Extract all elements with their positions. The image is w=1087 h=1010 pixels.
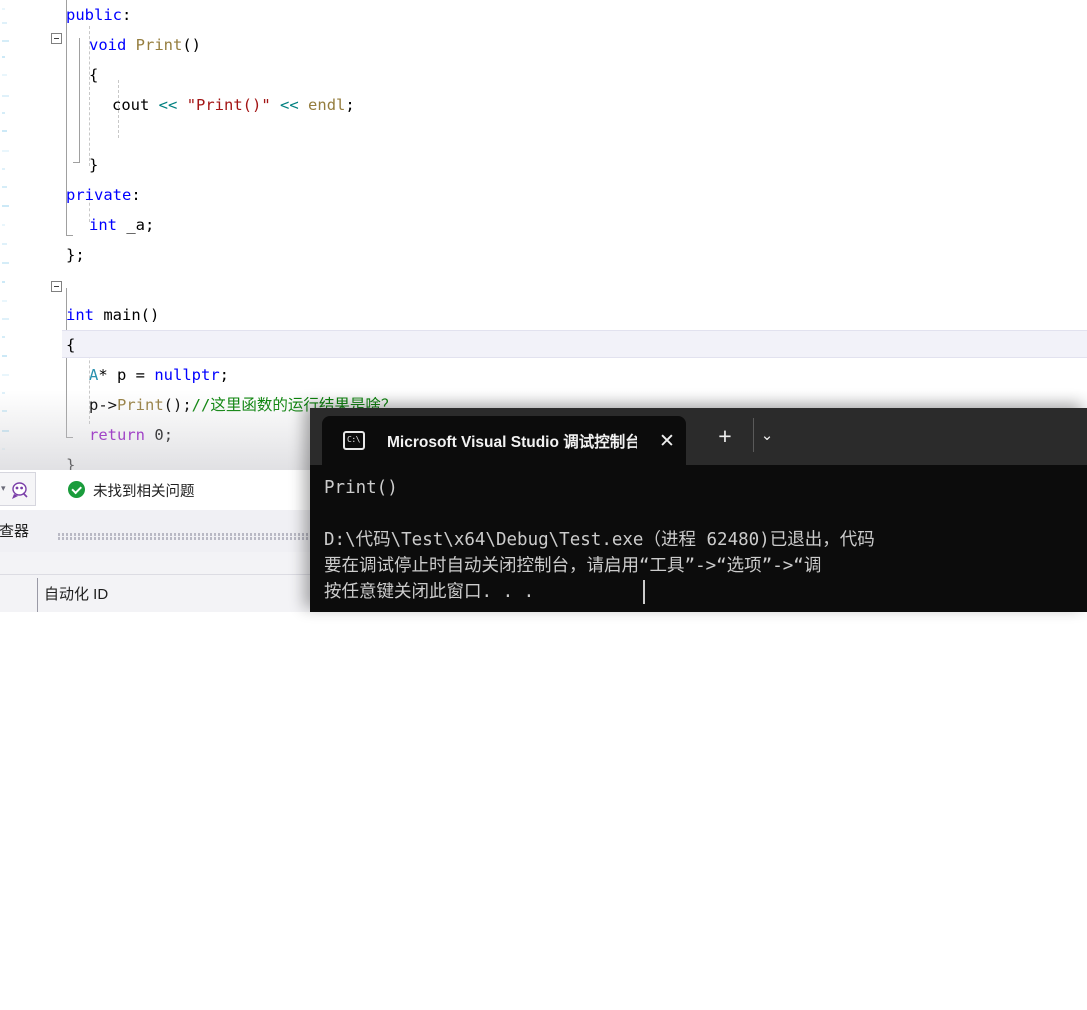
code-token: nullptr — [154, 366, 220, 384]
code-token: << — [280, 96, 299, 114]
code-token: cout — [112, 96, 159, 114]
close-icon[interactable]: ✕ — [654, 429, 680, 455]
new-tab-icon[interactable]: + — [710, 421, 740, 451]
code-token: * p = — [98, 366, 155, 384]
code-line[interactable] — [0, 120, 1087, 150]
code-line[interactable]: public: — [0, 0, 1087, 30]
inspector-label: 检查器 — [0, 523, 30, 540]
code-token: Print — [135, 36, 183, 54]
grid-cell-automation-id: 自动化 ID — [44, 586, 109, 603]
code-line[interactable]: { — [0, 330, 1087, 360]
code-token: main() — [94, 306, 160, 324]
console-line: D:\代码\Test\x64\Debug\Test.exe（进程 62480)已… — [324, 530, 875, 550]
debug-console-window[interactable]: C:\ Microsoft Visual Studio 调试控制台 ✕ + ⌄ … — [310, 408, 1087, 612]
code-token: int — [89, 216, 117, 234]
code-line[interactable]: } — [0, 150, 1087, 180]
code-token: Print — [117, 396, 164, 414]
code-token: } — [66, 456, 76, 470]
code-token: return — [89, 426, 145, 444]
code-line[interactable]: void Print() — [0, 30, 1087, 60]
code-line[interactable]: { — [0, 60, 1087, 90]
console-cursor — [643, 580, 645, 604]
code-token: public — [66, 6, 122, 24]
code-token: void — [89, 36, 127, 54]
console-tab-title: Microsoft Visual Studio 调试控制台 — [387, 434, 637, 451]
code-token: ; — [219, 366, 230, 384]
code-line[interactable]: A* p = nullptr; — [0, 360, 1087, 390]
code-token: private — [66, 186, 132, 204]
code-text[interactable]: public: void Print(){cout << "Print()" <<… — [0, 0, 1087, 470]
code-token: p-> — [89, 396, 117, 414]
console-line: Print() — [324, 478, 398, 498]
code-line[interactable]: private: — [0, 180, 1087, 210]
code-line[interactable] — [0, 270, 1087, 300]
code-token: (); — [163, 396, 192, 414]
cmd-prompt-icon: C:\ — [343, 431, 365, 450]
code-token: () — [182, 36, 202, 54]
console-line: 要在调试停止时自动关闭控制台，请启用“工具”->“选项”->“调 — [324, 556, 822, 576]
code-token: ; — [345, 96, 355, 114]
no-issues-label: 未找到相关问题 — [93, 484, 195, 500]
code-token: }; — [66, 246, 85, 264]
code-token: _a; — [117, 216, 155, 234]
code-line[interactable]: }; — [0, 240, 1087, 270]
code-line[interactable]: cout << "Print()" << endl; — [0, 90, 1087, 120]
code-line[interactable]: int _a; — [0, 210, 1087, 240]
code-token: ; — [163, 426, 174, 444]
brain-idea-icon — [12, 482, 28, 499]
code-token: 0 — [154, 426, 164, 444]
console-titlebar[interactable]: C:\ Microsoft Visual Studio 调试控制台 ✕ + ⌄ — [310, 408, 1087, 465]
chevron-down-icon[interactable]: ▾ — [1, 483, 6, 494]
console-output[interactable]: Print() D:\代码\Test\x64\Debug\Test.exe（进程 … — [310, 465, 1087, 612]
console-tab[interactable]: C:\ Microsoft Visual Studio 调试控制台 ✕ — [322, 416, 686, 465]
code-token: "Print()" — [186, 96, 271, 114]
code-token: int — [66, 306, 94, 324]
code-token: << — [158, 96, 178, 114]
code-token: endl — [308, 96, 346, 114]
code-token: { — [66, 336, 76, 354]
chevron-down-icon[interactable]: ⌄ — [752, 423, 782, 449]
grid-column-separator[interactable] — [37, 578, 38, 612]
code-token: { — [89, 66, 99, 84]
code-line[interactable]: int main() — [0, 300, 1087, 330]
console-line: 按任意键关闭此窗口. . . — [324, 582, 535, 602]
code-token: : — [122, 6, 132, 24]
code-token: : — [131, 186, 141, 204]
green-check-icon — [68, 481, 85, 498]
code-token: A — [89, 366, 99, 384]
code-editor[interactable]: public: void Print(){cout << "Print()" <<… — [0, 0, 1087, 470]
code-token: } — [89, 156, 99, 174]
